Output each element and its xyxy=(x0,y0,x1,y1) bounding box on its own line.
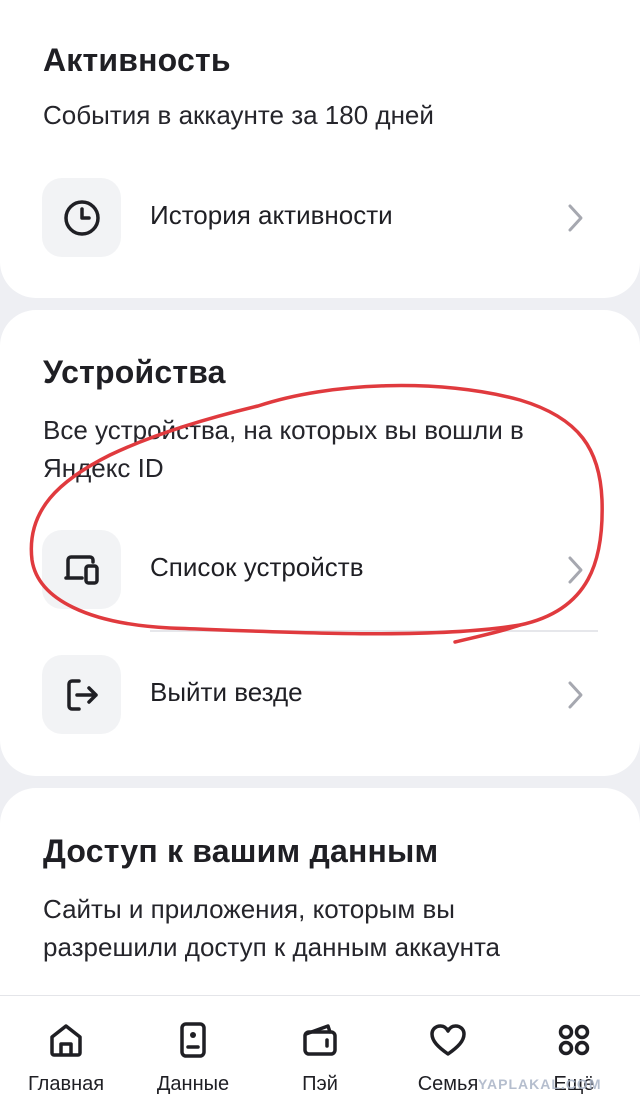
devices-card: Устройства Все устройства, на которых вы… xyxy=(0,310,640,776)
nav-family[interactable]: Семья xyxy=(384,996,512,1117)
devices-title: Устройства xyxy=(43,354,226,390)
device-list-label: Список устройств xyxy=(150,552,364,582)
watermark: YAPLAKAL.COM xyxy=(478,1076,602,1092)
row-divider xyxy=(150,630,598,632)
chevron-right-icon xyxy=(568,556,583,584)
data-access-title: Доступ к вашим данным xyxy=(43,833,439,869)
logout-everywhere-row[interactable]: Выйти везде xyxy=(0,655,640,735)
nav-pay[interactable]: Пэй xyxy=(256,996,384,1117)
chevron-right-icon xyxy=(568,681,583,709)
devices-icon xyxy=(42,530,121,609)
clock-icon xyxy=(42,178,121,257)
home-icon xyxy=(50,1024,82,1057)
wallet-icon xyxy=(303,1024,337,1056)
bottom-navigation: Главная Данные Пэй Семья Ещё xyxy=(0,995,640,1117)
activity-title: Активность xyxy=(43,42,231,78)
device-list-row[interactable]: Список устройств xyxy=(0,530,640,610)
logout-everywhere-label: Выйти везде xyxy=(150,677,303,707)
nav-home[interactable]: Главная xyxy=(2,996,130,1117)
nav-data-label: Данные xyxy=(156,1073,230,1095)
grid-icon xyxy=(558,1024,590,1056)
data-access-subtitle: Сайты и приложения, которым вы разрешили… xyxy=(43,894,501,962)
activity-card: Активность События в аккаунте за 180 дне… xyxy=(0,0,640,298)
nav-home-label: Главная xyxy=(27,1073,105,1095)
activity-subtitle: События в аккаунте за 180 дней xyxy=(43,100,434,130)
nav-more[interactable]: Ещё xyxy=(510,996,638,1117)
page: Активность События в аккаунте за 180 дне… xyxy=(0,0,640,1117)
id-card-icon xyxy=(180,1022,206,1058)
activity-history-row[interactable]: История активности xyxy=(0,178,640,258)
nav-pay-label: Пэй xyxy=(302,1073,338,1095)
logout-icon xyxy=(42,655,121,734)
activity-history-label: История активности xyxy=(150,200,393,230)
heart-icon xyxy=(430,1024,466,1056)
devices-subtitle: Все устройства, на которых вы вошли в Ян… xyxy=(43,415,524,483)
chevron-right-icon xyxy=(568,204,583,232)
nav-data[interactable]: Данные xyxy=(129,996,257,1117)
